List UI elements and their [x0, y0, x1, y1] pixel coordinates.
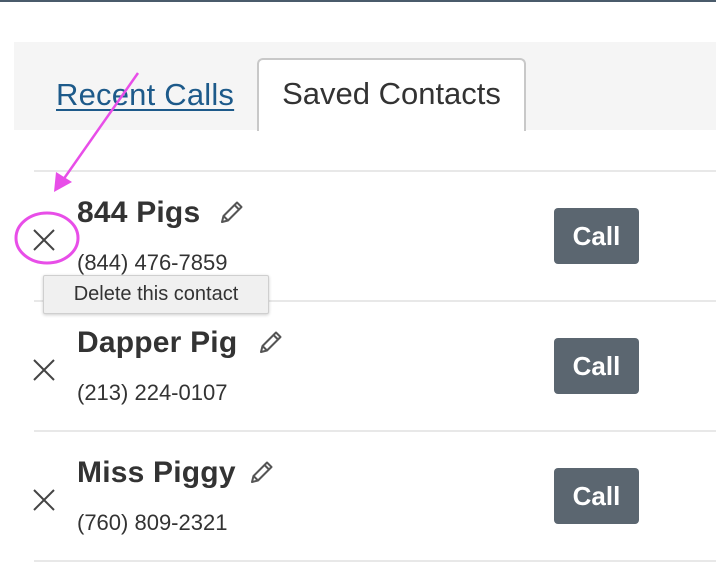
divider [34, 560, 716, 562]
tab-saved-contacts[interactable]: Saved Contacts [257, 58, 526, 131]
close-icon[interactable] [32, 358, 56, 382]
close-icon[interactable] [32, 228, 56, 252]
contact-phone: (760) 809-2321 [77, 510, 228, 535]
contact-name: 844 Pigs [77, 196, 201, 229]
contact-row: Miss Piggy (760) 809-2321 Call [0, 432, 716, 562]
pencil-icon[interactable] [257, 328, 285, 356]
call-button[interactable]: Call [554, 208, 639, 264]
call-button[interactable]: Call [554, 338, 639, 394]
close-icon[interactable] [32, 488, 56, 512]
call-button[interactable]: Call [554, 468, 639, 524]
pencil-icon[interactable] [248, 458, 276, 486]
pencil-icon[interactable] [218, 198, 246, 226]
contact-phone: (213) 224-0107 [77, 380, 228, 405]
contact-name: Miss Piggy [77, 456, 236, 489]
delete-tooltip: Delete this contact [43, 275, 269, 314]
top-border [0, 0, 716, 2]
contact-name: Dapper Pig [77, 326, 238, 359]
tab-recent-calls[interactable]: Recent Calls [56, 77, 234, 113]
contact-row: Dapper Pig (213) 224-0107 Call [0, 302, 716, 432]
tab-bar: Recent Calls Saved Contacts [14, 42, 716, 131]
contact-phone: (844) 476-7859 [77, 250, 228, 275]
